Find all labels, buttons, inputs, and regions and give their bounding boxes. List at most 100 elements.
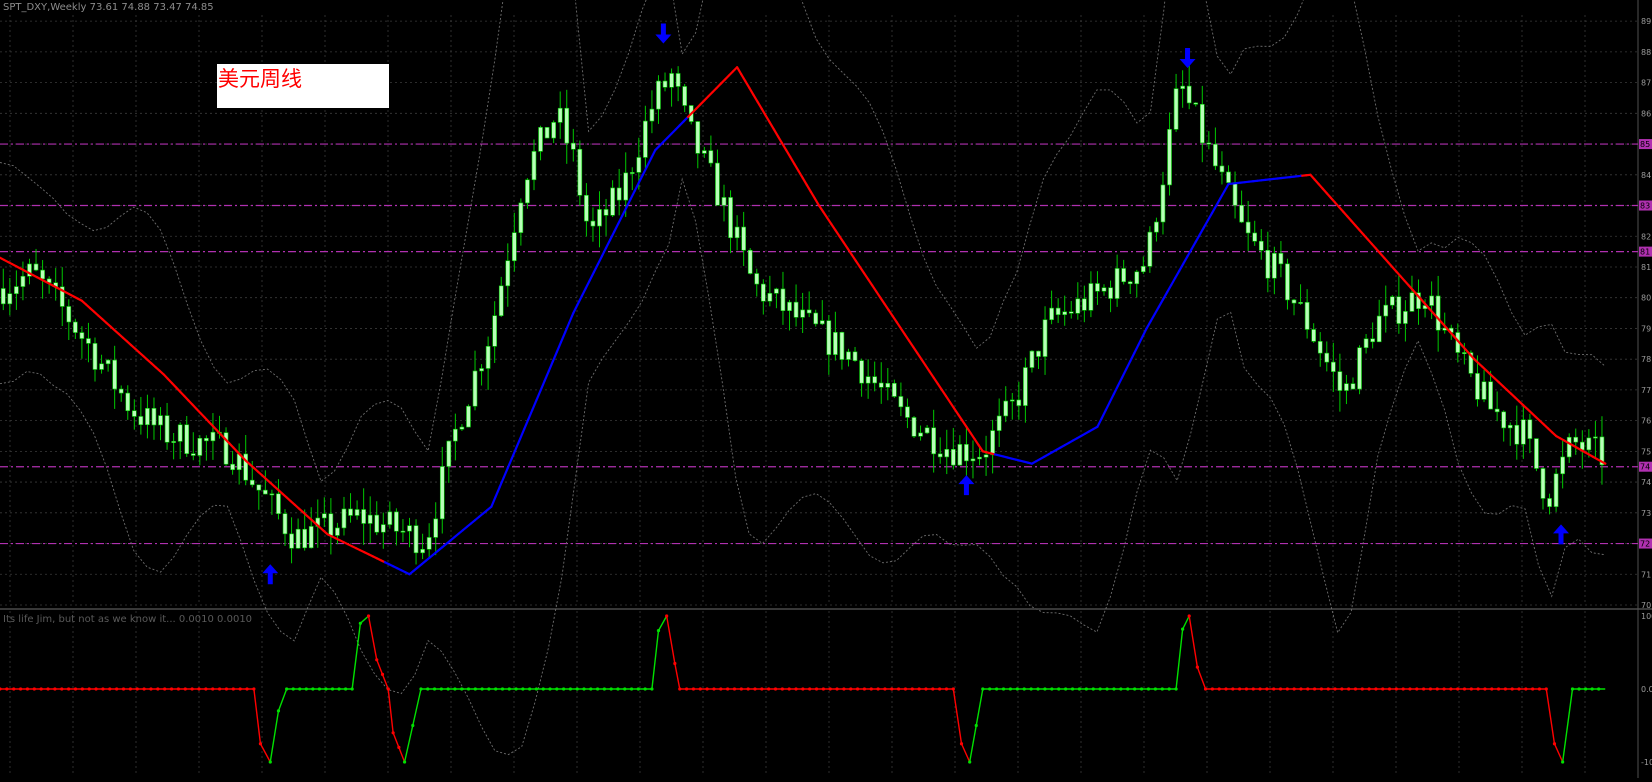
candle-body	[73, 322, 77, 333]
osc-dot	[1224, 687, 1227, 690]
osc-dot	[367, 614, 370, 617]
osc-dot	[163, 687, 166, 690]
candle-body	[132, 411, 136, 417]
osc-dot	[747, 687, 750, 690]
osc-dot	[1584, 687, 1587, 690]
candle-body	[1102, 288, 1106, 292]
candle-body	[932, 428, 936, 454]
osc-dot	[1119, 687, 1122, 690]
candle-body	[1462, 353, 1466, 354]
osc-dot	[101, 687, 104, 690]
osc-dot	[1368, 687, 1371, 690]
osc-dot	[460, 687, 463, 690]
osc-dot	[433, 687, 436, 690]
osc-dot	[381, 673, 384, 676]
candle-body	[270, 494, 274, 495]
osc-dot	[1531, 687, 1534, 690]
osc-dot	[514, 687, 517, 690]
candle-body	[860, 361, 864, 384]
candle-body	[722, 197, 726, 205]
candle-body	[1554, 474, 1558, 507]
osc-dot	[616, 687, 619, 690]
osc-dot	[794, 687, 797, 690]
osc-dot	[630, 687, 633, 690]
osc-dot	[1154, 687, 1157, 690]
osc-dot	[351, 687, 354, 690]
osc-dot	[1218, 687, 1221, 690]
candle-body	[1141, 266, 1145, 271]
osc-dot	[1306, 687, 1309, 690]
osc-dot	[1577, 687, 1580, 690]
candle-body	[827, 321, 831, 355]
osc-dot	[665, 614, 668, 617]
osc-dot	[981, 687, 984, 690]
osc-dot	[582, 687, 585, 690]
candle-body	[866, 377, 870, 384]
osc-dot	[403, 760, 406, 763]
candle-body	[1567, 437, 1571, 457]
candle-body	[670, 73, 674, 87]
y-tick-label: 74	[1641, 478, 1651, 487]
osc-dot	[576, 687, 579, 690]
osc-dot	[1429, 687, 1432, 690]
candle-body	[342, 509, 346, 528]
candle-body	[427, 537, 431, 549]
chart-area[interactable]: 7071727374757677787980818283848586878889…	[0, 0, 1652, 778]
candle-body	[801, 310, 805, 317]
candle-body	[755, 274, 759, 285]
candle-body	[80, 333, 84, 339]
candle-body	[14, 287, 18, 294]
candle-body	[1063, 312, 1067, 315]
osc-dot	[945, 687, 948, 690]
candle-body	[1489, 382, 1493, 409]
candle-body	[231, 464, 235, 470]
candle-body	[1036, 351, 1040, 356]
osc-dot	[1030, 687, 1033, 690]
candle-body	[1174, 89, 1178, 130]
candle-body	[159, 416, 163, 425]
osc-dot	[1078, 687, 1081, 690]
osc-dot	[474, 687, 477, 690]
osc-dot	[589, 687, 592, 690]
y-tick-label: 87	[1641, 79, 1651, 88]
candle-body	[617, 188, 621, 200]
osc-dot	[637, 687, 640, 690]
osc-dot	[1504, 687, 1507, 690]
candle-body	[257, 485, 261, 490]
osc-dot	[292, 687, 295, 690]
candle-body	[879, 383, 883, 387]
candle-body	[1397, 297, 1401, 324]
candle-body	[185, 425, 189, 454]
osc-dot	[870, 687, 873, 690]
candle-body	[912, 417, 916, 436]
osc-dot	[1258, 687, 1261, 690]
osc-dot	[1112, 687, 1115, 690]
osc-dot	[318, 687, 321, 690]
osc-dot	[197, 687, 200, 690]
candle-body	[643, 121, 647, 157]
candle-body	[283, 514, 287, 534]
osc-dot	[719, 687, 722, 690]
osc-dot	[108, 687, 111, 690]
candle-body	[401, 531, 405, 532]
candle-body	[1069, 312, 1073, 314]
osc-dot	[285, 687, 288, 690]
osc-dot	[419, 687, 422, 690]
candle-body	[598, 209, 602, 226]
candle-body	[807, 310, 811, 313]
candle-body	[676, 73, 680, 86]
candle-body	[919, 433, 923, 436]
candle-body	[1475, 373, 1479, 399]
candle-body	[388, 512, 392, 525]
candle-body	[1495, 409, 1499, 412]
candle-body	[1227, 172, 1231, 183]
osc-dot	[1436, 687, 1439, 690]
osc-dot	[863, 687, 866, 690]
candle-body	[421, 549, 425, 553]
osc-dot	[311, 687, 314, 690]
osc-dot	[1524, 687, 1527, 690]
osc-dot	[269, 760, 272, 763]
osc-dot	[46, 687, 49, 690]
osc-dot	[1497, 687, 1500, 690]
osc-dot	[1279, 687, 1282, 690]
